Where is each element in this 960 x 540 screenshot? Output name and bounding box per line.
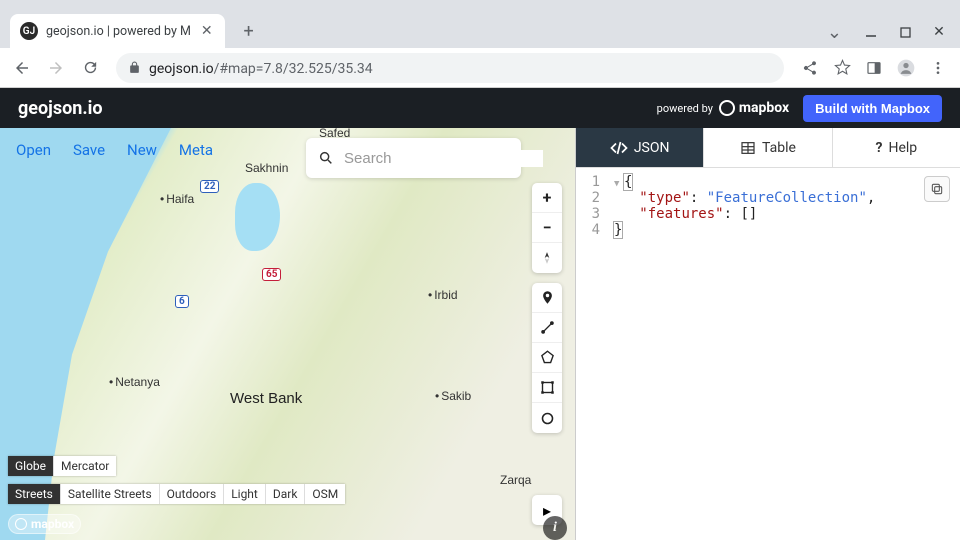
map-menu: Open Save New Meta <box>16 140 231 159</box>
browser-tab[interactable]: GJ geojson.io | powered by M ✕ <box>10 14 225 48</box>
search-icon <box>318 150 334 166</box>
browser-chrome: GJ geojson.io | powered by M ✕ + ⌄ ✕ geo… <box>0 0 960 88</box>
layer-satstreets[interactable]: Satellite Streets <box>61 484 160 504</box>
gutter: 1 2 3 4 <box>576 168 606 540</box>
mapbox-mark-icon <box>15 518 27 530</box>
draw-polygon-button[interactable] <box>532 343 562 373</box>
browser-toolbar: geojson.io/#map=7.8/32.525/35.34 <box>0 48 960 88</box>
reload-button[interactable] <box>76 54 104 82</box>
app-logo[interactable]: geojson.io <box>18 98 103 119</box>
menu-new[interactable]: New <box>127 141 157 159</box>
back-button[interactable] <box>8 54 36 82</box>
chevron-down-icon[interactable]: ⌄ <box>827 22 842 43</box>
app-header: geojson.io powered by mapbox Build with … <box>0 88 960 128</box>
editor-pane: JSON Table ? Help 1 2 3 4 ▼{ "type": "Fe… <box>575 128 960 540</box>
draw-rectangle-button[interactable] <box>532 373 562 403</box>
road-shield-22: 22 <box>200 180 219 193</box>
table-icon <box>740 140 756 156</box>
map-label-netanya: Netanya <box>109 375 160 389</box>
layer-osm[interactable]: OSM <box>305 484 345 504</box>
map-label-sakib: Sakib <box>435 389 471 403</box>
draw-circle-button[interactable] <box>532 403 562 433</box>
map-info-button[interactable]: i <box>543 516 567 540</box>
forward-button[interactable] <box>42 54 70 82</box>
address-path: /#map=7.8/32.525/35.34 <box>214 61 373 77</box>
layer-toggle: Streets Satellite Streets Outdoors Light… <box>8 484 345 504</box>
projection-mercator[interactable]: Mercator <box>54 456 116 476</box>
road-shield-65: 65 <box>262 268 281 281</box>
help-icon: ? <box>875 140 882 156</box>
map-pane[interactable]: 22 6 65 Haifa Sakhnin Safed Irbid Netany… <box>0 128 575 540</box>
tab-help[interactable]: ? Help <box>833 128 960 167</box>
bookmark-button[interactable] <box>828 54 856 82</box>
layer-light[interactable]: Light <box>224 484 266 504</box>
tab-strip: GJ geojson.io | powered by M ✕ + ⌄ ✕ <box>0 12 960 48</box>
projection-toggle: Globe Mercator <box>8 456 116 476</box>
draw-tools <box>532 283 562 433</box>
mapbox-logo[interactable]: mapbox <box>719 100 789 116</box>
map-label-zarqa: Zarqa <box>500 473 531 487</box>
close-icon[interactable]: ✕ <box>199 23 215 39</box>
close-window-button[interactable]: ✕ <box>924 20 954 44</box>
code-editor[interactable]: 1 2 3 4 ▼{ "type": "FeatureCollection", … <box>576 168 960 540</box>
zoom-in-button[interactable]: + <box>532 183 562 213</box>
menu-open[interactable]: Open <box>16 141 51 159</box>
layer-dark[interactable]: Dark <box>266 484 306 504</box>
menu-save[interactable]: Save <box>73 141 105 159</box>
reset-north-button[interactable] <box>532 243 562 273</box>
zoom-controls: + − <box>532 183 562 273</box>
map-label-sakhnin: Sakhnin <box>245 161 288 175</box>
tab-title: geojson.io | powered by M <box>46 24 191 39</box>
map-label-irbid: Irbid <box>428 288 458 302</box>
tab-table[interactable]: Table <box>704 128 832 167</box>
build-with-mapbox-button[interactable]: Build with Mapbox <box>803 95 942 122</box>
projection-globe[interactable]: Globe <box>8 456 54 476</box>
code-content[interactable]: ▼{ "type": "FeatureCollection", "feature… <box>606 168 960 540</box>
code-icon <box>610 139 628 157</box>
draw-point-button[interactable] <box>532 283 562 313</box>
powered-by-label: powered by <box>657 102 713 115</box>
mapbox-attribution[interactable]: mapbox <box>8 514 81 534</box>
map-label-westbank: West Bank <box>230 390 302 407</box>
layer-outdoors[interactable]: Outdoors <box>160 484 225 504</box>
map-canvas[interactable]: 22 6 65 Haifa Sakhnin Safed Irbid Netany… <box>0 128 575 540</box>
window-controls: ⌄ ✕ <box>827 20 960 44</box>
layer-streets[interactable]: Streets <box>8 484 61 504</box>
search-input[interactable] <box>344 150 543 167</box>
tab-json[interactable]: JSON <box>576 128 704 167</box>
maximize-button[interactable] <box>890 20 920 44</box>
powered-by: powered by mapbox <box>657 100 790 116</box>
address-bar[interactable]: geojson.io/#map=7.8/32.525/35.34 <box>116 53 784 83</box>
address-host: geojson.io <box>149 61 214 77</box>
copy-button[interactable] <box>924 176 950 202</box>
road-shield-6: 6 <box>175 295 189 308</box>
mapbox-mark-icon <box>719 100 735 116</box>
chrome-menu-button[interactable] <box>924 54 952 82</box>
minimize-button[interactable] <box>856 20 886 44</box>
search-box[interactable] <box>306 138 521 178</box>
profile-button[interactable] <box>892 54 920 82</box>
draw-line-button[interactable] <box>532 313 562 343</box>
share-button[interactable] <box>796 54 824 82</box>
main: 22 6 65 Haifa Sakhnin Safed Irbid Netany… <box>0 128 960 540</box>
menu-meta[interactable]: Meta <box>179 141 213 159</box>
zoom-out-button[interactable]: − <box>532 213 562 243</box>
lock-icon <box>128 61 141 74</box>
new-tab-button[interactable]: + <box>235 17 263 45</box>
editor-tabs: JSON Table ? Help <box>576 128 960 168</box>
side-panel-button[interactable] <box>860 54 888 82</box>
map-label-haifa: Haifa <box>160 192 194 206</box>
favicon: GJ <box>20 22 38 40</box>
